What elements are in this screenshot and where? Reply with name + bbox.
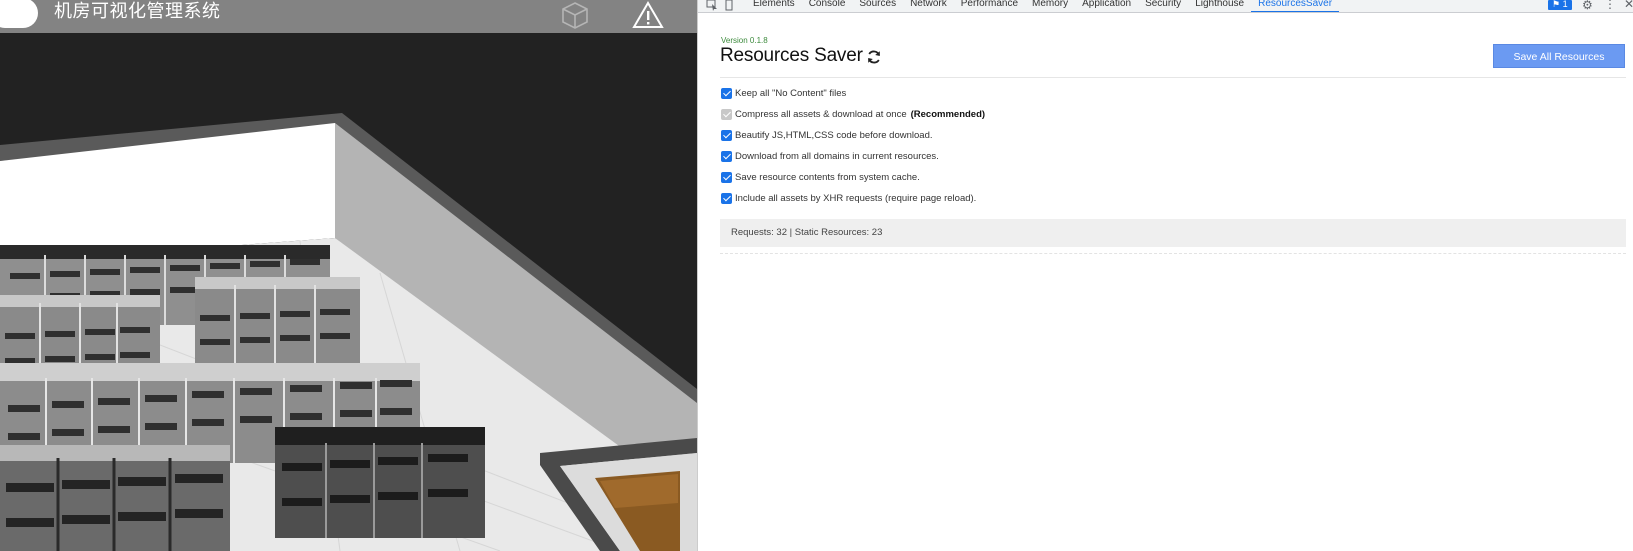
rack-row-4-right — [275, 427, 485, 538]
inspect-element-icon[interactable] — [706, 0, 718, 11]
save-all-resources-button[interactable]: Save All Resources — [1493, 44, 1625, 68]
option-note: (Recommended) — [910, 109, 986, 120]
option-label: Keep all "No Content" files — [735, 88, 847, 99]
option-checkbox[interactable] — [721, 172, 732, 183]
option-row[interactable]: Compress all assets & download at once (R… — [721, 104, 985, 125]
option-checkbox[interactable] — [721, 88, 732, 99]
devtools-tab-bar: Elements Console Sources Network Performance… — [698, 0, 1633, 13]
divider — [720, 77, 1626, 78]
option-checkbox[interactable] — [721, 130, 732, 141]
warning-triangle-icon[interactable] — [632, 0, 664, 30]
tab-elements[interactable]: Elements — [746, 0, 802, 12]
option-checkbox — [721, 109, 732, 120]
resources-saver-panel: Version 0.1.8 Resources Saver Save All R… — [698, 13, 1633, 551]
refresh-icon[interactable] — [866, 49, 882, 65]
tab-application[interactable]: Application — [1075, 0, 1138, 12]
tab-security[interactable]: Security — [1138, 0, 1188, 12]
flag-icon: ⚑ — [1552, 0, 1561, 9]
divider — [720, 253, 1626, 254]
cube-outline-icon[interactable] — [560, 0, 590, 30]
logo-pill — [0, 0, 38, 28]
option-checkbox[interactable] — [721, 151, 732, 162]
tab-lighthouse[interactable]: Lighthouse — [1188, 0, 1251, 12]
option-label: Save resource contents from system cache… — [735, 172, 920, 183]
more-options-icon[interactable]: ⋮ — [1604, 0, 1616, 11]
device-toolbar-icon[interactable] — [724, 0, 734, 11]
option-label: Include all assets by XHR requests (requ… — [735, 193, 977, 204]
issues-badge[interactable]: ⚑ 1 — [1548, 0, 1572, 10]
option-row[interactable]: Include all assets by XHR requests (requ… — [721, 188, 985, 209]
close-icon[interactable]: ✕ — [1624, 0, 1633, 11]
tab-resourcessaver[interactable]: ResourcesSaver — [1251, 0, 1340, 12]
devtools-tabs: Elements Console Sources Network Performance… — [746, 0, 1340, 12]
rack-row-4-left — [0, 445, 230, 551]
option-row[interactable]: Save resource contents from system cache… — [721, 167, 985, 188]
option-checkbox[interactable] — [721, 193, 732, 204]
request-stats: Requests: 32 | Static Resources: 23 — [720, 219, 1626, 247]
tab-console[interactable]: Console — [802, 0, 853, 12]
system-title: 机房可视化管理系统 — [54, 1, 221, 22]
option-row[interactable]: Download from all domains in current res… — [721, 146, 985, 167]
options-list: Keep all "No Content" files Compress all … — [721, 83, 985, 209]
viewport-header-bar: 机房可视化管理系统 — [0, 0, 697, 33]
option-label: Download from all domains in current res… — [735, 151, 939, 162]
tab-performance[interactable]: Performance — [954, 0, 1025, 12]
option-label: Compress all assets & download at once — [735, 109, 907, 120]
tab-memory[interactable]: Memory — [1025, 0, 1075, 12]
page-title: Resources Saver — [720, 45, 863, 66]
option-row[interactable]: Keep all "No Content" files — [721, 83, 985, 104]
devtools-panel: Elements Console Sources Network Performance… — [697, 0, 1633, 551]
version-label: Version 0.1.8 — [721, 36, 768, 45]
room-3d-scene[interactable] — [0, 33, 697, 551]
tab-network[interactable]: Network — [903, 0, 954, 12]
tab-sources[interactable]: Sources — [852, 0, 903, 12]
machine-room-viewport[interactable]: 机房可视化管理系统 — [0, 0, 697, 551]
option-label: Beautify JS,HTML,CSS code before downloa… — [735, 130, 933, 141]
issues-count: 1 — [1562, 0, 1568, 9]
gear-icon[interactable]: ⚙ — [1582, 0, 1593, 12]
option-row[interactable]: Beautify JS,HTML,CSS code before downloa… — [721, 125, 985, 146]
